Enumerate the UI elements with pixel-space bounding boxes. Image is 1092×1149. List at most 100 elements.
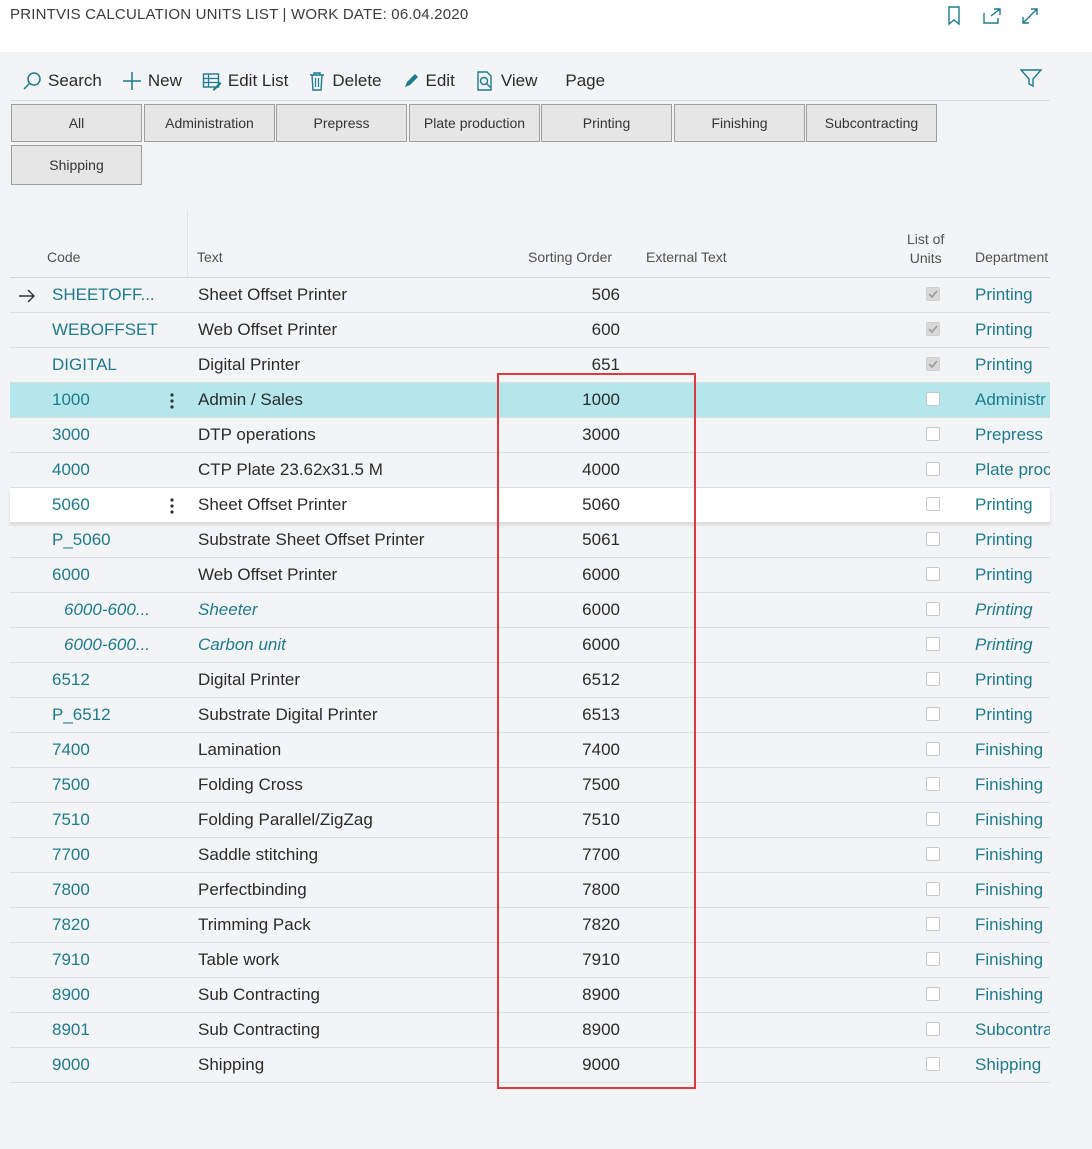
table-row[interactable]: 6512 Digital Printer 6512 Printing bbox=[10, 663, 1050, 698]
bookmark-icon[interactable] bbox=[942, 4, 966, 28]
cell-code[interactable]: 1000 bbox=[52, 383, 160, 417]
table-row[interactable]: 7820 Trimming Pack 7820 Finishing bbox=[10, 908, 1050, 943]
expand-icon[interactable] bbox=[1018, 4, 1042, 28]
table-row[interactable]: 1000 Admin / Sales 1000 Administr bbox=[10, 383, 1050, 418]
cell-code[interactable]: 3000 bbox=[52, 418, 160, 452]
cell-department[interactable]: Administr bbox=[975, 383, 1050, 417]
tab-finishing[interactable]: Finishing bbox=[674, 104, 805, 142]
cell-code[interactable]: SHEETOFF... bbox=[52, 278, 160, 312]
table-row[interactable]: 6000-600... Sheeter 6000 Printing bbox=[10, 593, 1050, 628]
cell-department[interactable]: Printing bbox=[975, 593, 1050, 627]
cell-code[interactable]: 7910 bbox=[52, 943, 160, 977]
cell-department[interactable]: Finishing bbox=[975, 803, 1050, 837]
column-header-external-text[interactable]: External Text bbox=[646, 249, 727, 265]
cell-code[interactable]: 6000-600... bbox=[64, 593, 160, 627]
table-row[interactable]: 5060 Sheet Offset Printer 5060 Printing bbox=[10, 488, 1050, 523]
table-row[interactable]: 6000 Web Offset Printer 6000 Printing bbox=[10, 558, 1050, 593]
cell-code[interactable]: 8900 bbox=[52, 978, 160, 1012]
table-row[interactable]: SHEETOFF... Sheet Offset Printer 506 Printi… bbox=[10, 278, 1050, 313]
cell-code[interactable]: 7700 bbox=[52, 838, 160, 872]
table-row[interactable]: P_6512 Substrate Digital Printer 6513 Print… bbox=[10, 698, 1050, 733]
column-header-text[interactable]: Text bbox=[197, 249, 223, 265]
tab-shipping[interactable]: Shipping bbox=[11, 145, 142, 185]
cell-department[interactable]: Finishing bbox=[975, 768, 1050, 802]
edit-list-button[interactable]: Edit List bbox=[192, 64, 298, 98]
tab-prepress[interactable]: Prepress bbox=[276, 104, 407, 142]
cell-code[interactable]: 7800 bbox=[52, 873, 160, 907]
tab-all[interactable]: All bbox=[11, 104, 142, 142]
table-row[interactable]: 7400 Lamination 7400 Finishing bbox=[10, 733, 1050, 768]
table-row[interactable]: 7510 Folding Parallel/ZigZag 7510 Finishing bbox=[10, 803, 1050, 838]
cell-sorting-order: 7500 bbox=[582, 775, 620, 794]
column-header-list-of-units[interactable]: List of Units bbox=[907, 230, 944, 268]
cell-department[interactable]: Prepress bbox=[975, 418, 1050, 452]
cell-code[interactable]: 5060 bbox=[52, 488, 160, 522]
cell-department[interactable]: Printing bbox=[975, 488, 1050, 522]
column-header-code[interactable]: Code bbox=[47, 249, 80, 265]
table-row[interactable]: P_5060 Substrate Sheet Offset Printer 5061… bbox=[10, 523, 1050, 558]
cell-department[interactable]: Printing bbox=[975, 523, 1050, 557]
table-row[interactable]: 3000 DTP operations 3000 Prepress bbox=[10, 418, 1050, 453]
row-menu-icon[interactable] bbox=[162, 383, 182, 417]
cell-code[interactable]: P_5060 bbox=[52, 523, 160, 557]
cell-code[interactable]: DIGITAL bbox=[52, 348, 160, 382]
cell-code[interactable]: 7500 bbox=[52, 768, 160, 802]
cell-department[interactable]: Printing bbox=[975, 313, 1050, 347]
cell-department[interactable]: Printing bbox=[975, 348, 1050, 382]
filter-icon[interactable] bbox=[1019, 68, 1043, 93]
cell-department[interactable]: Finishing bbox=[975, 943, 1050, 977]
open-new-window-icon[interactable] bbox=[980, 4, 1004, 28]
table-row[interactable]: 7500 Folding Cross 7500 Finishing bbox=[10, 768, 1050, 803]
table-row[interactable]: 8901 Sub Contracting 8900 Subcontra bbox=[10, 1013, 1050, 1048]
cell-department[interactable]: Subcontra bbox=[975, 1013, 1050, 1047]
table-row[interactable]: 7800 Perfectbinding 7800 Finishing bbox=[10, 873, 1050, 908]
cell-department[interactable]: Printing bbox=[975, 698, 1050, 732]
table-row[interactable]: 9000 Shipping 9000 Shipping bbox=[10, 1048, 1050, 1083]
cell-code[interactable]: 6000-600... bbox=[64, 628, 160, 662]
table-row[interactable]: DIGITAL Digital Printer 651 Printing bbox=[10, 348, 1050, 383]
page-menu-button[interactable]: Page bbox=[547, 64, 615, 98]
tab-plate-production[interactable]: Plate production bbox=[409, 104, 540, 142]
column-header-sorting-order[interactable]: Sorting Order bbox=[528, 249, 612, 265]
cell-department[interactable]: Printing bbox=[975, 663, 1050, 697]
table-row[interactable]: 4000 CTP Plate 23.62x31.5 M 4000 Plate proc bbox=[10, 453, 1050, 488]
cell-code[interactable]: 7820 bbox=[52, 908, 160, 942]
cell-code[interactable]: WEBOFFSET bbox=[52, 313, 160, 347]
cell-code[interactable]: 8901 bbox=[52, 1013, 160, 1047]
table-row[interactable]: WEBOFFSET Web Offset Printer 600 Printing bbox=[10, 313, 1050, 348]
cell-code[interactable]: 4000 bbox=[52, 453, 160, 487]
search-button[interactable]: Search bbox=[10, 64, 112, 98]
cell-code[interactable]: 6000 bbox=[52, 558, 160, 592]
unchecked-checkbox bbox=[926, 777, 940, 791]
cell-department[interactable]: Finishing bbox=[975, 873, 1050, 907]
cell-department[interactable]: Finishing bbox=[975, 838, 1050, 872]
cell-code[interactable]: 6512 bbox=[52, 663, 160, 697]
table-row[interactable]: 7700 Saddle stitching 7700 Finishing bbox=[10, 838, 1050, 873]
cell-department[interactable]: Printing bbox=[975, 278, 1050, 312]
cell-department[interactable]: Shipping bbox=[975, 1048, 1050, 1082]
table-row[interactable]: 6000-600... Carbon unit 6000 Printing bbox=[10, 628, 1050, 663]
cell-code[interactable]: 7510 bbox=[52, 803, 160, 837]
cell-department[interactable]: Printing bbox=[975, 628, 1050, 662]
cell-code[interactable]: 9000 bbox=[52, 1048, 160, 1082]
new-button[interactable]: New bbox=[112, 64, 192, 98]
cell-department[interactable]: Finishing bbox=[975, 908, 1050, 942]
cell-department[interactable]: Finishing bbox=[975, 733, 1050, 767]
table-row[interactable]: 7910 Table work 7910 Finishing bbox=[10, 943, 1050, 978]
view-button[interactable]: View bbox=[465, 64, 548, 98]
row-menu-icon[interactable] bbox=[162, 488, 182, 522]
cell-text: Saddle stitching bbox=[198, 845, 319, 864]
delete-button[interactable]: Delete bbox=[298, 64, 391, 98]
cell-code[interactable]: 7400 bbox=[52, 733, 160, 767]
cell-department[interactable]: Plate proc bbox=[975, 453, 1050, 487]
tab-administration[interactable]: Administration bbox=[144, 104, 275, 142]
table-row[interactable]: 8900 Sub Contracting 8900 Finishing bbox=[10, 978, 1050, 1013]
edit-button[interactable]: Edit bbox=[392, 64, 465, 98]
column-header-department[interactable]: Department bbox=[975, 249, 1050, 265]
unchecked-checkbox bbox=[926, 637, 940, 651]
cell-department[interactable]: Printing bbox=[975, 558, 1050, 592]
cell-code[interactable]: P_6512 bbox=[52, 698, 160, 732]
cell-department[interactable]: Finishing bbox=[975, 978, 1050, 1012]
tab-subcontracting[interactable]: Subcontracting bbox=[806, 104, 937, 142]
tab-printing[interactable]: Printing bbox=[541, 104, 672, 142]
